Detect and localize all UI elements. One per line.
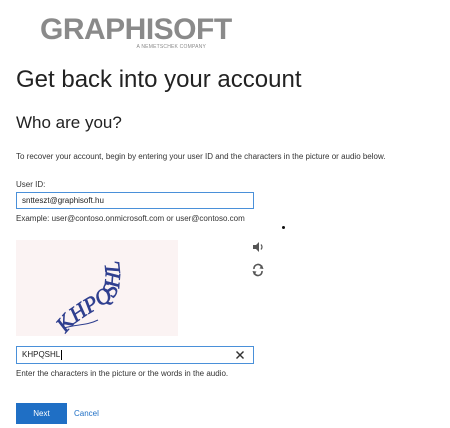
clear-icon[interactable] — [235, 350, 245, 360]
page-title: Get back into your account — [16, 66, 302, 93]
refresh-icon[interactable] — [251, 263, 265, 277]
captcha-image: KHPQSHL — [16, 240, 178, 336]
captcha-distorted-text: KHPQSHL — [50, 260, 126, 336]
user-id-example: Example: user@contoso.onmicrosoft.com or… — [16, 214, 245, 223]
text-cursor — [61, 349, 63, 360]
page-subtitle: Who are you? — [16, 113, 122, 132]
captcha-input[interactable]: KHPQSHL — [16, 346, 254, 364]
svg-text:KHPQSHL: KHPQSHL — [50, 260, 126, 336]
speaker-icon[interactable] — [251, 240, 265, 254]
captcha-input-value: KHPQSHL — [22, 350, 61, 359]
cursor-dot — [282, 226, 285, 229]
user-id-label: User ID: — [16, 180, 46, 189]
next-button[interactable]: Next — [16, 403, 67, 424]
intro-text: To recover your account, begin by enteri… — [16, 152, 386, 161]
logo-tagline: A NEMETSCHEK COMPANY — [136, 44, 206, 50]
captcha-hint: Enter the characters in the picture or t… — [16, 369, 229, 378]
cancel-link[interactable]: Cancel — [74, 409, 99, 418]
logo-wordmark: GRAPHISOFT — [40, 13, 232, 46]
user-id-input[interactable]: sntteszt@graphisoft.hu — [16, 192, 254, 209]
graphisoft-logo: GRAPHISOFT A NEMETSCHEK COMPANY — [40, 14, 232, 51]
